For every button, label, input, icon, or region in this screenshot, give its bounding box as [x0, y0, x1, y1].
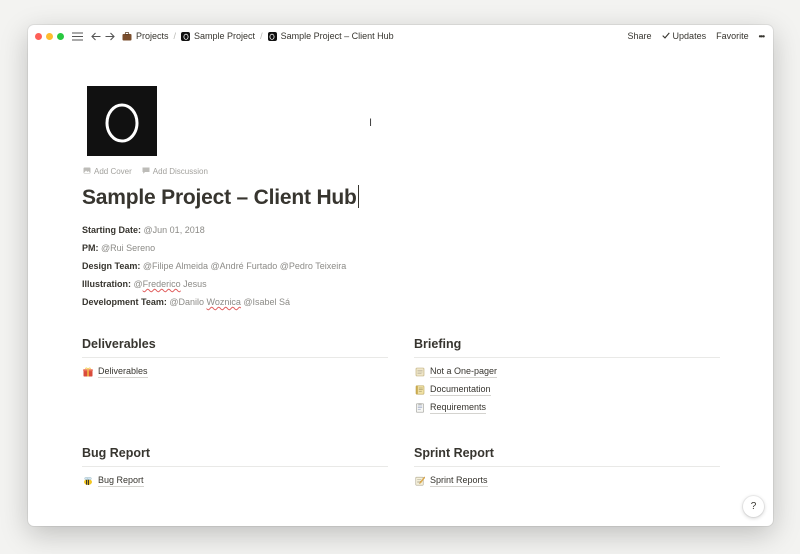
ledger-icon	[414, 385, 425, 396]
section-heading: Briefing	[414, 337, 720, 358]
bee-icon	[82, 476, 93, 487]
top-bar: Projects / Sample Project / Sample Proje…	[28, 25, 773, 47]
mention-rest: @Isabel Sá	[240, 297, 291, 307]
user-mention[interactable]: @Rui Sereno	[101, 243, 155, 253]
property-label: Illustration:	[82, 279, 131, 289]
page-link-label: Bug Report	[98, 475, 144, 487]
section-sprint-report: Sprint Report Sprint Reports	[414, 446, 720, 490]
page-link-label: Sprint Reports	[430, 475, 488, 487]
breadcrumb-separator: /	[173, 31, 177, 41]
property-starting-date[interactable]: Starting Date: @Jun 01, 2018	[82, 224, 346, 242]
page-title-text: Sample Project – Client Hub	[82, 186, 357, 209]
page-properties: Starting Date: @Jun 01, 2018 PM: @Rui Se…	[82, 224, 346, 314]
user-mention[interactable]: @Frederico Jesus	[134, 279, 207, 289]
comment-icon	[142, 167, 150, 176]
top-actions: Share Updates Favorite •••	[628, 31, 766, 41]
property-development-team[interactable]: Development Team: @Danilo Woznica @Isabe…	[82, 296, 346, 314]
breadcrumb-label: Projects	[136, 31, 169, 41]
text-caret	[357, 185, 359, 208]
property-label: Development Team:	[82, 297, 167, 307]
maximize-window-button[interactable]	[57, 32, 64, 40]
property-design-team[interactable]: Design Team: @Filipe Almeida @André Furt…	[82, 260, 346, 278]
section-heading: Deliverables	[82, 337, 388, 358]
section-briefing: Briefing Not a One-pager Documentation R…	[414, 337, 720, 417]
breadcrumb: Projects / Sample Project / Sample Proje…	[121, 31, 394, 42]
breadcrumb-label: Sample Project – Client Hub	[280, 31, 394, 41]
forward-arrow-icon[interactable]	[105, 32, 115, 41]
gift-icon	[82, 367, 93, 378]
date-mention[interactable]: @Jun 01, 2018	[144, 225, 205, 235]
section-heading: Sprint Report	[414, 446, 720, 467]
memo-icon	[414, 403, 425, 414]
egg-logo-icon	[267, 31, 277, 41]
more-options-button[interactable]: •••	[759, 32, 765, 41]
add-discussion-button[interactable]: Add Discussion	[142, 167, 208, 176]
updates-button[interactable]: Updates	[661, 31, 707, 41]
page-link-not-a-one-pager[interactable]: Not a One-pager	[414, 363, 720, 381]
page-icon-egg-logo[interactable]	[87, 86, 157, 156]
breadcrumb-label: Sample Project	[194, 31, 256, 41]
mention-pre: @Danilo	[169, 297, 207, 307]
add-cover-button[interactable]: Add Cover	[83, 167, 132, 176]
misspelled-name: Woznica	[206, 297, 241, 307]
updates-label: Updates	[672, 31, 707, 41]
property-pm[interactable]: PM: @Rui Sereno	[82, 242, 346, 260]
page-link-documentation[interactable]: Documentation	[414, 381, 720, 399]
page-link-deliverables[interactable]: Deliverables	[82, 363, 388, 381]
page-link-label: Not a One-pager	[430, 366, 498, 378]
close-window-button[interactable]	[35, 32, 42, 40]
property-illustration[interactable]: Illustration: @Frederico Jesus	[82, 278, 346, 296]
help-button[interactable]: ?	[743, 496, 764, 517]
text-cursor-icon: I	[369, 117, 373, 129]
add-cover-label: Add Cover	[94, 167, 132, 176]
briefcase-icon	[121, 31, 132, 42]
user-mentions[interactable]: @Filipe Almeida @André Furtado @Pedro Te…	[143, 261, 346, 271]
page-title[interactable]: Sample Project – Client Hub	[82, 185, 359, 210]
page-link-requirements[interactable]: Requirements	[414, 399, 720, 417]
egg-logo-icon	[181, 31, 191, 41]
pencil-memo-icon	[414, 476, 425, 487]
favorite-button[interactable]: Favorite	[716, 31, 749, 41]
cover-actions: Add Cover Add Discussion	[83, 167, 208, 176]
user-mentions[interactable]: @Danilo Woznica @Isabel Sá	[169, 297, 290, 307]
section-bug-report: Bug Report Bug Report	[82, 446, 388, 490]
minimize-window-button[interactable]	[46, 32, 53, 40]
property-label: Starting Date:	[82, 225, 142, 235]
scroll-icon	[414, 367, 425, 378]
mention-rest: Jesus	[180, 279, 207, 289]
breadcrumb-projects[interactable]: Projects	[121, 31, 169, 42]
page-link-bug-report[interactable]: Bug Report	[82, 472, 388, 490]
property-label: PM:	[82, 243, 99, 253]
hamburger-menu-icon[interactable]	[72, 31, 83, 41]
image-icon	[83, 167, 91, 176]
section-deliverables: Deliverables Deliverables	[82, 337, 388, 381]
add-discussion-label: Add Discussion	[152, 167, 208, 176]
app-window: Projects / Sample Project / Sample Proje…	[28, 25, 773, 526]
window-controls	[35, 32, 64, 40]
page-link-label: Deliverables	[98, 366, 148, 378]
share-button[interactable]: Share	[628, 31, 652, 41]
page-link-sprint-reports[interactable]: Sprint Reports	[414, 472, 720, 490]
section-heading: Bug Report	[82, 446, 388, 467]
breadcrumb-sample-project[interactable]: Sample Project	[181, 31, 255, 41]
breadcrumb-client-hub[interactable]: Sample Project – Client Hub	[267, 31, 394, 41]
egg-logo-icon	[105, 103, 139, 143]
mention-at: @	[133, 279, 143, 289]
page-link-label: Documentation	[430, 384, 491, 396]
breadcrumb-separator: /	[260, 31, 263, 41]
back-arrow-icon[interactable]	[91, 32, 101, 41]
page-link-label: Requirements	[430, 402, 487, 414]
property-label: Design Team:	[82, 261, 141, 271]
checkmark-icon	[661, 31, 670, 41]
misspelled-name: Frederico	[142, 279, 181, 289]
